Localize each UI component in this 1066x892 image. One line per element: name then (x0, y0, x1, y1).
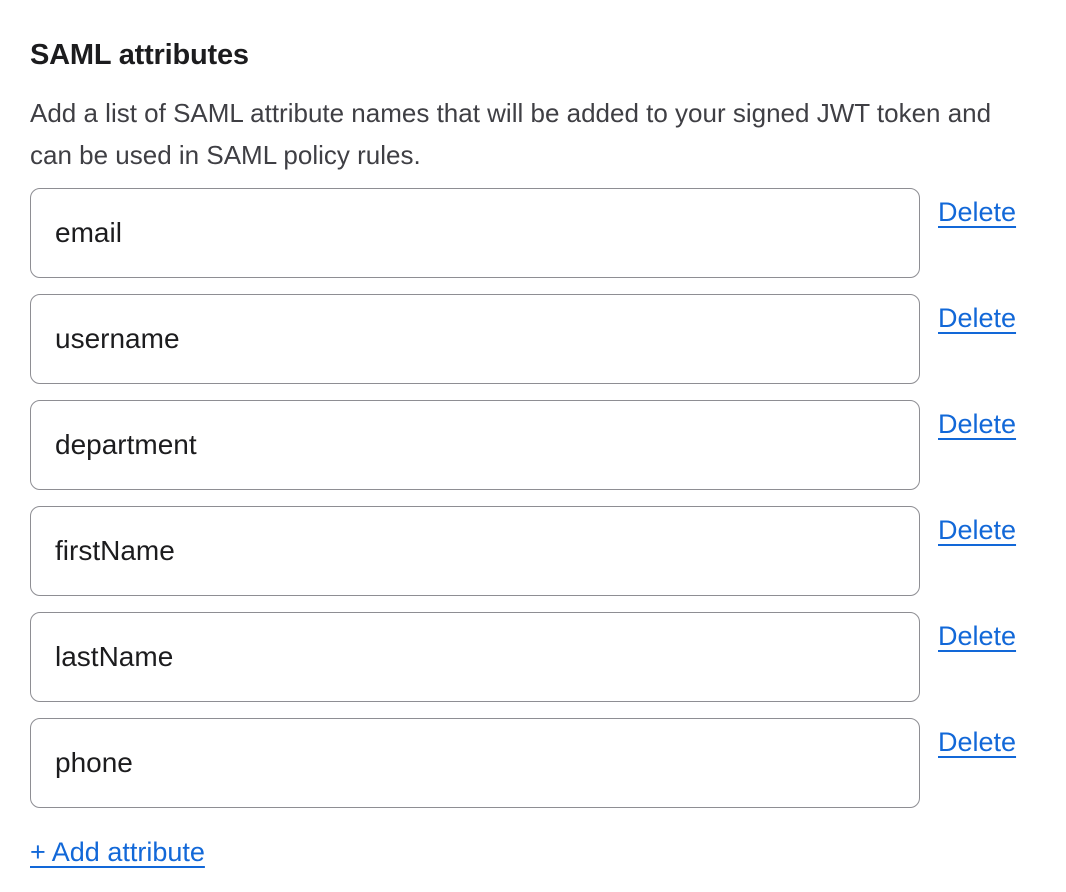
attribute-row: Delete (30, 294, 1036, 384)
attribute-row: Delete (30, 718, 1036, 808)
delete-link[interactable]: Delete (938, 196, 1016, 228)
attribute-input[interactable] (30, 188, 920, 278)
attribute-row: Delete (30, 400, 1036, 490)
attribute-input[interactable] (30, 506, 920, 596)
delete-link[interactable]: Delete (938, 726, 1016, 758)
section-description: Add a list of SAML attribute names that … (30, 92, 1005, 176)
attribute-row: Delete (30, 188, 1036, 278)
delete-link[interactable]: Delete (938, 302, 1016, 334)
attribute-input[interactable] (30, 400, 920, 490)
attribute-input[interactable] (30, 294, 920, 384)
attribute-row: Delete (30, 612, 1036, 702)
attribute-input[interactable] (30, 718, 920, 808)
saml-attributes-section: SAML attributes Add a list of SAML attri… (0, 0, 1066, 892)
attribute-row: Delete (30, 506, 1036, 596)
delete-link[interactable]: Delete (938, 620, 1016, 652)
delete-link[interactable]: Delete (938, 408, 1016, 440)
add-attribute-link[interactable]: + Add attribute (30, 836, 205, 868)
delete-link[interactable]: Delete (938, 514, 1016, 546)
attribute-input[interactable] (30, 612, 920, 702)
page-title: SAML attributes (30, 38, 1036, 72)
attribute-list: Delete Delete Delete Delete Delete Delet… (30, 188, 1036, 808)
